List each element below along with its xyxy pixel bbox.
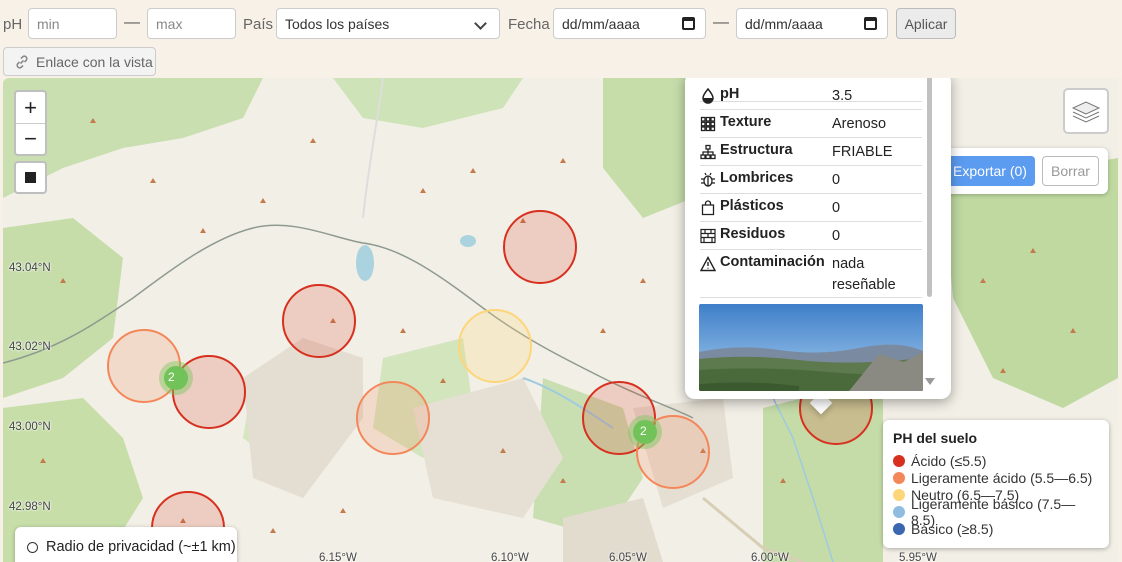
legend-label: Básico (≥8.5) (911, 520, 994, 537)
lon-label: 6.05°W (609, 552, 647, 562)
date-label: Fecha (508, 16, 550, 33)
legend-item: Ligeramente básico (7.5—8.5) (893, 496, 1099, 528)
lat-label: 43.04°N (9, 262, 51, 274)
scroll-down-icon[interactable] (925, 378, 935, 385)
legend-item: Ligeramente ácido (5.5—6.5) (893, 469, 1099, 486)
lon-label: 6.10°W (491, 552, 529, 562)
share-link-label: Enlace con la vista (36, 53, 153, 70)
zoom-in-button[interactable]: + (16, 92, 45, 123)
popup-key: Estructura (720, 142, 793, 158)
grid-icon (700, 116, 716, 132)
popup-row-ph: pH 3.5 (700, 82, 922, 110)
ph-legend: PH del suelo Ácido (≤5.5) Ligeramente ác… (883, 420, 1109, 548)
ph-min-input[interactable]: min (28, 8, 117, 39)
popup-value: 0 (832, 172, 841, 188)
map-view[interactable]: 2 2 43.04°N 43.02°N 43.00°N 42.98°N 6.15… (3, 78, 1118, 562)
date-from-placeholder: dd/mm/aaaa (562, 15, 640, 32)
popup-value: 0 (832, 200, 841, 216)
lat-label: 43.02°N (9, 341, 51, 353)
legend-swatch (893, 522, 905, 535)
popup-value: 3.5 (832, 88, 853, 104)
popup-row-worms: Lombrices 0 (700, 166, 922, 194)
date-from-input[interactable]: dd/mm/aaaa (553, 8, 706, 39)
privacy-label: Radio de privacidad (~±1 km) (46, 539, 236, 555)
cluster-count[interactable]: 2 (640, 424, 647, 438)
legend-item: Ácido (≤5.5) (893, 452, 1099, 469)
popup-key: Texture (720, 114, 772, 130)
privacy-radius-control[interactable]: Radio de privacidad (~±1 km) (15, 527, 237, 562)
popup-key: Contaminación (720, 254, 825, 270)
popup-value: 0 (832, 228, 841, 244)
lon-label: 6.15°W (319, 552, 357, 562)
structure-icon (700, 144, 716, 160)
legend-title: PH del suelo (893, 430, 978, 446)
legend-swatch (893, 454, 905, 467)
bug-icon (701, 172, 715, 187)
popup-value: FRIABLE (832, 144, 893, 160)
circle-icon (27, 541, 38, 553)
popup-key: Plásticos (720, 198, 784, 214)
date-to-placeholder: dd/mm/aaaa (745, 15, 823, 32)
legend-swatch (893, 471, 905, 484)
popup-value: nada reseñable (832, 256, 896, 293)
calendar-icon[interactable] (682, 17, 695, 30)
chevron-down-icon (474, 17, 487, 30)
date-to-input[interactable]: dd/mm/aaaa (736, 8, 888, 39)
lat-label: 42.98°N (9, 501, 51, 513)
legend-swatch (893, 488, 905, 501)
popup-key: Lombrices (720, 170, 794, 186)
ph-max-input[interactable]: max (147, 8, 236, 39)
link-icon (16, 54, 28, 69)
popup-key: pH (720, 86, 740, 102)
country-select-value: Todos los países (285, 15, 390, 32)
date-range-dash: — (713, 14, 729, 31)
layers-icon (1071, 101, 1101, 123)
layers-button[interactable] (1063, 88, 1109, 134)
cluster-count[interactable]: 2 (168, 370, 175, 384)
legend-swatch (893, 505, 905, 518)
ph-label: pH (3, 16, 23, 33)
legend-label: Ácido (≤5.5) (911, 452, 987, 469)
popup-row-waste: Residuos 0 (700, 222, 922, 250)
draw-rectangle-button[interactable] (14, 161, 47, 194)
country-select[interactable]: Todos los países (276, 8, 500, 39)
popup-row-plastics: Plásticos 0 (700, 194, 922, 222)
popup-row-structure: Estructura FRIABLE (700, 138, 922, 166)
warning-icon (700, 256, 716, 272)
export-button[interactable]: Exportar (0) (945, 156, 1035, 186)
country-label: País (243, 16, 274, 33)
popup-row-texture: Texture Arenoso (700, 110, 922, 138)
popup-row-contamination: Contaminación nada reseñable (700, 250, 922, 298)
popup-scroll-thumb[interactable] (927, 78, 932, 297)
export-panel: Exportar (0) Borrar (936, 148, 1108, 194)
clear-button[interactable]: Borrar (1042, 156, 1099, 186)
zoom-out-button[interactable]: − (16, 123, 45, 154)
landscape-photo (699, 304, 923, 391)
popup-value: Arenoso (832, 116, 887, 132)
zoom-control: + − (14, 90, 47, 156)
square-icon (25, 172, 36, 183)
bricks-icon (700, 228, 716, 244)
bag-icon (701, 200, 715, 216)
sample-photo[interactable] (699, 304, 923, 391)
lon-label: 6.00°W (751, 552, 789, 562)
popup-key: Residuos (720, 226, 786, 242)
calendar-icon[interactable] (864, 17, 877, 30)
apply-button[interactable]: Aplicar (896, 8, 956, 39)
share-link-button[interactable]: Enlace con la vista (3, 47, 156, 76)
lon-label: 5.95°W (899, 552, 937, 562)
legend-label: Ligeramente ácido (5.5—6.5) (911, 469, 1093, 486)
filter-bar: pH min — max País Todos los países Fecha… (0, 0, 1122, 78)
sample-popup: pH 3.5 Texture Arenoso Estructura FRIABL… (685, 78, 951, 399)
ph-range-dash: — (124, 14, 140, 31)
drop-icon (702, 88, 714, 104)
lat-label: 43.00°N (9, 421, 51, 433)
